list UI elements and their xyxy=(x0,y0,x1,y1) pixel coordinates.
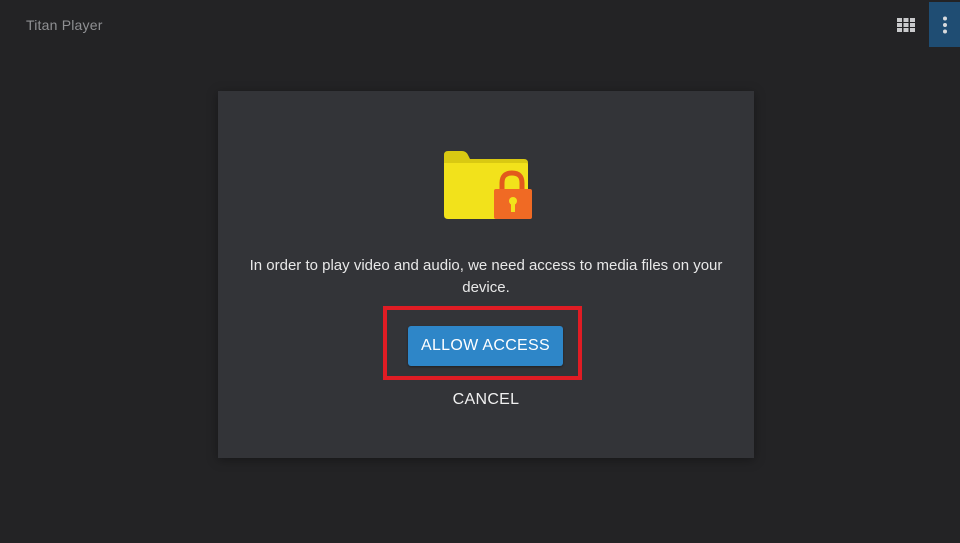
allow-access-button[interactable]: ALLOW ACCESS xyxy=(408,326,563,366)
app-screen: Titan Player In order to play video and … xyxy=(0,0,960,543)
grid-view-button[interactable] xyxy=(895,14,917,36)
more-options-button[interactable] xyxy=(929,2,960,47)
cancel-button[interactable]: CANCEL xyxy=(436,387,536,413)
grid-view-icon xyxy=(897,18,915,32)
folder-lock-icon xyxy=(444,151,532,219)
app-title: Titan Player xyxy=(26,17,103,33)
permission-message: In order to play video and audio, we nee… xyxy=(249,257,723,296)
more-vert-icon xyxy=(942,16,947,33)
permission-dialog: In order to play video and audio, we nee… xyxy=(218,91,754,458)
